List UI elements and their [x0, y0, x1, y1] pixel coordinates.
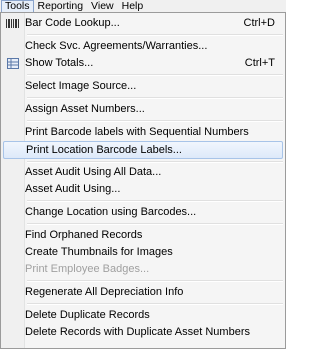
menu-item-label: Select Image Source... — [25, 80, 137, 92]
menu-item-asset-audit-using[interactable]: Asset Audit Using... — [3, 181, 283, 199]
menu-item-label: Check Svc. Agreements/Warranties... — [25, 40, 208, 52]
menu-item-print-employee-badges: Print Employee Badges... — [3, 261, 283, 279]
menu-item-label: Asset Audit Using All Data... — [25, 166, 162, 178]
menu-item-regenerate-depreciation[interactable]: Regenerate All Depreciation Info — [3, 284, 283, 302]
menu-item-find-orphaned-records[interactable]: Find Orphaned Records — [3, 227, 283, 245]
menu-item-label: Print Employee Badges... — [25, 263, 150, 275]
tools-dropdown-menu: Bar Code Lookup... Ctrl+D Check Svc. Agr… — [0, 12, 286, 349]
menu-tools[interactable]: Tools — [1, 0, 34, 12]
menu-item-change-location-barcodes[interactable]: Change Location using Barcodes... — [3, 204, 283, 222]
menu-item-label: Bar Code Lookup... — [25, 17, 120, 29]
menu-separator — [27, 223, 283, 225]
menu-separator — [27, 200, 283, 202]
totals-icon — [6, 58, 19, 69]
menu-item-label: Find Orphaned Records — [25, 229, 143, 241]
menu-item-label: Assign Asset Numbers... — [25, 103, 145, 115]
menu-item-label: Delete Records with Duplicate Asset Numb… — [25, 326, 250, 338]
menu-item-select-image-source[interactable]: Select Image Source... — [3, 78, 283, 96]
menu-item-label: Regenerate All Depreciation Info — [25, 286, 184, 298]
menu-item-label: Print Location Barcode Labels... — [26, 144, 182, 156]
menu-separator — [27, 97, 283, 99]
menu-item-shortcut: Ctrl+T — [244, 57, 275, 69]
menu-item-asset-audit-all-data[interactable]: Asset Audit Using All Data... — [3, 164, 283, 182]
menu-help[interactable]: Help — [118, 0, 148, 12]
menu-item-check-svc-agreements[interactable]: Check Svc. Agreements/Warranties... — [3, 38, 283, 56]
menu-item-label: Show Totals... — [25, 57, 94, 69]
menu-item-assign-asset-numbers[interactable]: Assign Asset Numbers... — [3, 101, 283, 119]
menu-item-show-totals[interactable]: Show Totals... Ctrl+T — [3, 55, 283, 73]
menu-view[interactable]: View — [87, 0, 118, 12]
menu-item-print-location-barcode-labels[interactable]: Print Location Barcode Labels... — [3, 141, 283, 159]
menu-reporting[interactable]: Reporting — [34, 0, 88, 12]
menu-separator — [27, 280, 283, 282]
menu-item-label: Asset Audit Using... — [25, 183, 121, 195]
menu-item-label: Print Barcode labels with Sequential Num… — [25, 126, 249, 138]
menu-item-shortcut: Ctrl+D — [243, 17, 275, 29]
menu-item-create-thumbnails[interactable]: Create Thumbnails for Images — [3, 244, 283, 262]
menu-separator — [27, 161, 283, 163]
menu-separator — [27, 303, 283, 305]
menu-separator — [27, 120, 283, 122]
menu-separator — [27, 74, 283, 76]
menu-item-delete-duplicate-asset-numbers[interactable]: Delete Records with Duplicate Asset Numb… — [3, 324, 283, 342]
menu-separator — [27, 34, 283, 36]
menu-item-bar-code-lookup[interactable]: Bar Code Lookup... Ctrl+D — [3, 15, 283, 33]
menu-item-label: Change Location using Barcodes... — [25, 206, 197, 218]
barcode-icon — [6, 18, 19, 29]
menu-item-print-barcode-labels-sequential[interactable]: Print Barcode labels with Sequential Num… — [3, 124, 283, 142]
menu-item-label: Create Thumbnails for Images — [25, 246, 173, 258]
menu-item-label: Delete Duplicate Records — [25, 309, 150, 321]
menu-item-delete-duplicate-records[interactable]: Delete Duplicate Records — [3, 307, 283, 325]
